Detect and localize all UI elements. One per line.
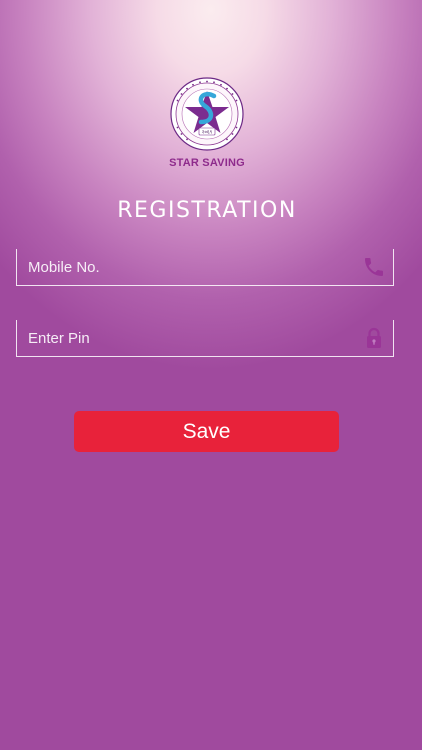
registration-screen: २०६९ STAR SAVING REGISTRATION Save: [0, 0, 422, 750]
mobile-field-container: [16, 249, 394, 286]
lock-icon: [362, 326, 386, 350]
brand-name: STAR SAVING: [169, 157, 245, 169]
logo-year: २०६९: [202, 130, 213, 136]
pin-input[interactable]: [28, 324, 348, 352]
pin-field-container: [16, 320, 394, 357]
mobile-number-input[interactable]: [28, 253, 348, 281]
phone-icon: [362, 255, 386, 279]
save-button[interactable]: Save: [74, 411, 339, 452]
star-saving-logo-icon: २०६९: [169, 76, 245, 152]
page-title: REGISTRATION: [117, 198, 297, 223]
